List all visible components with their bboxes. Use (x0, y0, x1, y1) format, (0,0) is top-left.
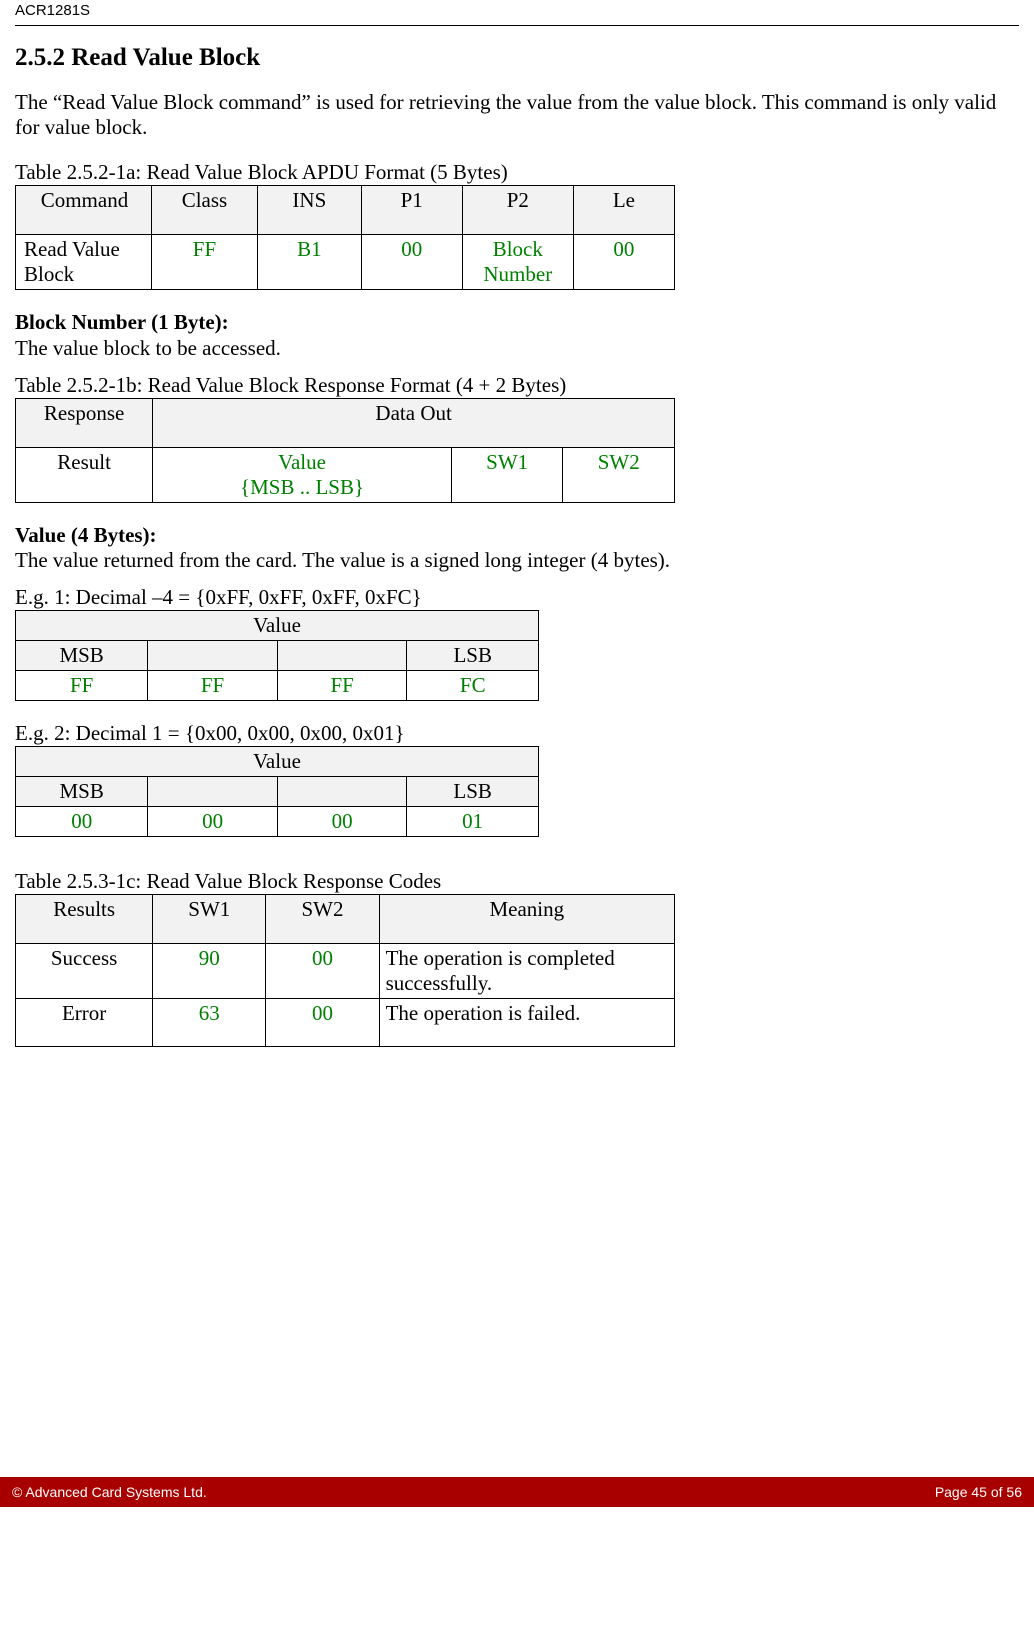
table-row: Success 90 00 The operation is completed… (16, 944, 675, 999)
cell-sw1: SW1 (451, 447, 563, 502)
col-sw2: SW2 (266, 895, 379, 944)
cell-sw2: 00 (266, 944, 379, 999)
eg1-caption: E.g. 1: Decimal –4 = {0xFF, 0xFF, 0xFF, … (15, 585, 1019, 610)
table2-caption: Table 2.5.2-1b: Read Value Block Respons… (15, 373, 1019, 398)
col-meaning: Meaning (379, 895, 674, 944)
cell-sw2: SW2 (563, 447, 675, 502)
eg1-v3: FF (277, 671, 407, 701)
eg2-v4: 01 (407, 807, 539, 837)
eg2-blank2 (277, 777, 406, 807)
cell-meaning: The operation is completed successfully. (379, 944, 674, 999)
footer-page-number: Page 45 of 56 (935, 1484, 1022, 1500)
col-p2: P2 (462, 186, 573, 235)
table-header-row: Response Data Out (16, 398, 675, 447)
value-text: Value (278, 450, 326, 474)
cell-meaning: The operation is failed. (379, 999, 674, 1047)
cell-sw1: 63 (153, 999, 266, 1047)
cell-result: Success (16, 944, 153, 999)
eg1-title: Value (16, 611, 539, 641)
col-le: Le (573, 186, 674, 235)
col-response: Response (16, 398, 153, 447)
table-row: MSB LSB (16, 641, 539, 671)
table-row: MSB LSB (16, 777, 539, 807)
response-format-table: Response Data Out Result Value {MSB .. L… (15, 398, 675, 503)
section-heading: 2.5.2 Read Value Block (15, 44, 1019, 72)
section-title: Read Value Block (71, 44, 260, 71)
table-row: Error 63 00 The operation is failed. (16, 999, 675, 1047)
section-number: 2.5.2 (15, 44, 65, 71)
block-number-desc: The value block to be accessed. (15, 336, 281, 360)
eg1-blank2 (277, 641, 407, 671)
cell-command: Read Value Block (16, 235, 152, 290)
response-codes-table: Results SW1 SW2 Meaning Success 90 00 Th… (15, 894, 675, 1047)
table1-caption: Table 2.5.2-1a: Read Value Block APDU Fo… (15, 160, 1019, 185)
doc-header-product: ACR1281S (15, 0, 1019, 25)
eg1-v2: FF (148, 671, 278, 701)
col-results: Results (16, 895, 153, 944)
eg2-title: Value (16, 747, 539, 777)
cell-p1: 00 (361, 235, 462, 290)
col-p1: P1 (361, 186, 462, 235)
cell-result: Error (16, 999, 153, 1047)
table4-caption: Table 2.5.3-1c: Read Value Block Respons… (15, 869, 1019, 894)
cell-sw2: 00 (266, 999, 379, 1047)
col-class: Class (151, 186, 257, 235)
value-label: Value (4 Bytes): (15, 523, 157, 547)
table-row: Result Value {MSB .. LSB} SW1 SW2 (16, 447, 675, 502)
col-sw1: SW1 (153, 895, 266, 944)
table-row: 00 00 00 01 (16, 807, 539, 837)
eg2-v3: 00 (277, 807, 406, 837)
footer-copyright: © Advanced Card Systems Ltd. (12, 1484, 207, 1500)
table-header-row: Command Class INS P1 P2 Le (16, 186, 675, 235)
value-section: Value (4 Bytes): The value returned from… (15, 523, 1019, 573)
eg1-v1: FF (16, 671, 148, 701)
cell-p2: Block Number (462, 235, 573, 290)
col-command: Command (16, 186, 152, 235)
eg1-msb: MSB (16, 641, 148, 671)
value-desc: The value returned from the card. The va… (15, 548, 670, 572)
eg2-v1: 00 (16, 807, 148, 837)
example1-table: Value MSB LSB FF FF FF FC (15, 610, 539, 701)
table-header-row: Value (16, 747, 539, 777)
table-row: FF FF FF FC (16, 671, 539, 701)
page-footer: © Advanced Card Systems Ltd. Page 45 of … (0, 1477, 1034, 1507)
eg2-msb: MSB (16, 777, 148, 807)
cell-ins: B1 (258, 235, 362, 290)
table-header-row: Results SW1 SW2 Meaning (16, 895, 675, 944)
value-range: {MSB .. LSB} (240, 475, 364, 499)
cell-value: Value {MSB .. LSB} (153, 447, 452, 502)
header-rule (15, 25, 1019, 26)
table-header-row: Value (16, 611, 539, 641)
cell-result: Result (16, 447, 153, 502)
table-row: Read Value Block FF B1 00 Block Number 0… (16, 235, 675, 290)
col-dataout: Data Out (153, 398, 675, 447)
block-number-label: Block Number (1 Byte): (15, 310, 229, 334)
eg1-lsb: LSB (407, 641, 539, 671)
example2-table: Value MSB LSB 00 00 00 01 (15, 746, 539, 837)
eg2-v2: 00 (148, 807, 277, 837)
section-intro: The “Read Value Block command” is used f… (15, 90, 1019, 140)
eg1-blank1 (148, 641, 278, 671)
col-ins: INS (258, 186, 362, 235)
cell-sw1: 90 (153, 944, 266, 999)
block-number-section: Block Number (1 Byte): The value block t… (15, 310, 1019, 360)
eg2-lsb: LSB (407, 777, 539, 807)
apdu-format-table: Command Class INS P1 P2 Le Read Value Bl… (15, 185, 675, 290)
cell-le: 00 (573, 235, 674, 290)
eg2-blank1 (148, 777, 277, 807)
eg2-caption: E.g. 2: Decimal 1 = {0x00, 0x00, 0x00, 0… (15, 721, 1019, 746)
eg1-v4: FC (407, 671, 539, 701)
cell-class: FF (151, 235, 257, 290)
